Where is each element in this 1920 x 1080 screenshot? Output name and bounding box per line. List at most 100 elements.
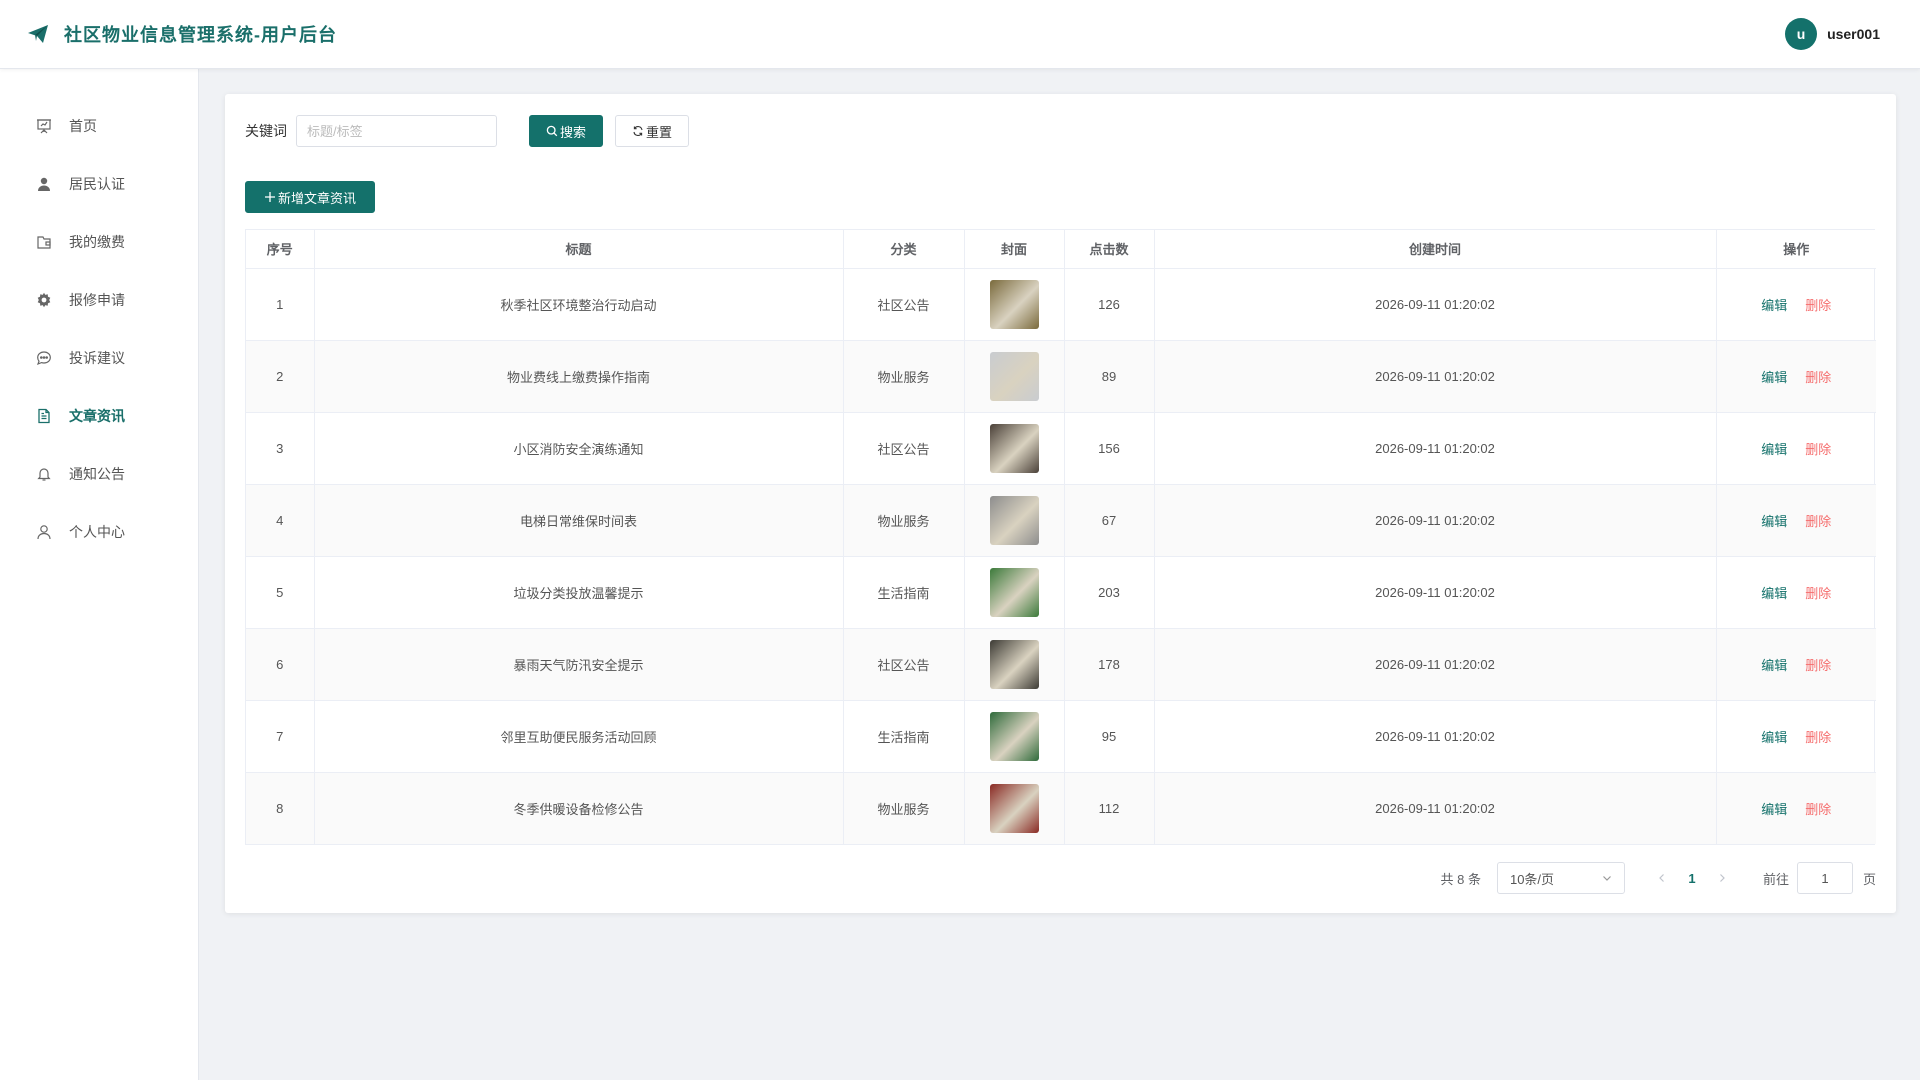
sidebar-item-articles[interactable]: 文章资讯 [0,387,198,445]
add-article-button[interactable]: 新增文章资讯 [245,181,375,213]
column-header-clicks: 点击数 [1064,230,1155,269]
column-header-title: 标题 [314,230,844,269]
cover-thumbnail[interactable] [989,711,1039,761]
avatar[interactable]: u [1785,18,1818,50]
content-card: 关键词 搜索 重置 新增文章资讯 [225,94,1896,913]
cell-clicks: 178 [1064,628,1155,701]
edit-button[interactable]: 编辑 [1761,802,1787,817]
cell-created: 2026-09-11 01:20:02 [1154,628,1717,701]
edit-button[interactable]: 编辑 [1761,658,1787,673]
sidebar-item-my-payment[interactable]: 我的缴费 [0,213,198,271]
cell-clicks: 203 [1064,556,1155,629]
delete-button[interactable]: 删除 [1805,442,1831,457]
search-bar: 关键词 搜索 重置 [245,115,689,147]
plus-icon [264,191,276,203]
sidebar-item-profile[interactable]: 个人中心 [0,503,198,561]
cell-actions: 编辑 删除 [1716,268,1876,341]
delete-button[interactable]: 删除 [1805,298,1831,313]
sidebar-item-notices[interactable]: 通知公告 [0,445,198,503]
cell-created: 2026-09-11 01:20:02 [1154,484,1717,557]
cover-thumbnail[interactable] [989,495,1039,545]
cell-category: 物业服务 [843,340,965,413]
keyword-input[interactable] [296,115,497,147]
cell-title: 邻里互助便民服务活动回顾 [314,700,844,773]
edit-button[interactable]: 编辑 [1761,514,1787,529]
cell-clicks: 95 [1064,700,1155,773]
column-header-actions: 操作 [1716,230,1876,269]
reset-button[interactable]: 重置 [615,115,689,147]
table-row: 5 垃圾分类投放温馨提示 生活指南 203 2026-09-11 01:20:02 编辑 删… [246,556,1876,629]
column-header-cover: 封面 [964,230,1065,269]
cover-thumbnail[interactable] [989,783,1039,833]
refresh-icon [632,125,644,137]
sidebar-item-label: 个人中心 [69,524,125,540]
goto-page-input[interactable] [1796,862,1853,894]
cell-title: 垃圾分类投放温馨提示 [314,556,844,629]
sidebar-item-complaints[interactable]: 投诉建议 [0,329,198,387]
user-outline-icon [35,523,53,541]
delete-button[interactable]: 删除 [1805,586,1831,601]
delete-button[interactable]: 删除 [1805,802,1831,817]
sidebar-item-repair-request[interactable]: 报修申请 [0,271,198,329]
table-row: 6 暴雨天气防汛安全提示 社区公告 178 2026-09-11 01:20:02 编辑 删… [246,628,1876,701]
table-header-row: 序号 标题 分类 封面 点击数 创建时间 操作 [246,230,1876,269]
search-button-label: 搜索 [559,124,586,140]
cell-actions: 编辑 删除 [1716,556,1876,629]
edit-button[interactable]: 编辑 [1761,298,1787,313]
cell-clicks: 126 [1064,268,1155,341]
cell-created: 2026-09-11 01:20:02 [1154,700,1717,773]
column-header-created: 创建时间 [1154,230,1717,269]
table-row: 7 邻里互助便民服务活动回顾 生活指南 95 2026-09-11 01:20:02 编辑… [246,700,1876,773]
column-header-category: 分类 [843,230,965,269]
edit-button[interactable]: 编辑 [1761,370,1787,385]
cover-thumbnail[interactable] [989,279,1039,329]
user-menu[interactable]: u user001 [1785,18,1880,50]
bell-icon [35,465,53,483]
page-size-select[interactable]: 10条/页 [1496,862,1625,894]
delete-button[interactable]: 删除 [1805,514,1831,529]
edit-button[interactable]: 编辑 [1761,586,1787,601]
cell-created: 2026-09-11 01:20:02 [1154,412,1717,485]
cell-cover [964,412,1065,485]
prev-page-button[interactable] [1651,873,1673,883]
cell-title: 小区消防安全演练通知 [314,412,844,485]
delete-button[interactable]: 删除 [1805,658,1831,673]
sidebar-item-label: 报修申请 [69,292,125,308]
chevron-down-icon [1602,871,1612,886]
cell-actions: 编辑 删除 [1716,484,1876,557]
cell-cover [964,772,1065,844]
sidebar: 首页 居民认证 我的缴费 报修申请 投诉建议 文章资讯 通知公告 个人中心 [0,69,199,1080]
cover-thumbnail[interactable] [989,567,1039,617]
cell-category: 物业服务 [843,484,965,557]
cell-clicks: 67 [1064,484,1155,557]
table-row: 8 冬季供暖设备检修公告 物业服务 112 2026-09-11 01:20:02 编辑 删… [246,772,1876,844]
page-number-current[interactable]: 1 [1677,871,1707,886]
cell-no: 2 [246,340,315,413]
sidebar-item-resident-auth[interactable]: 居民认证 [0,155,198,213]
page-size-value: 10条/页 [1509,871,1555,887]
table-row: 4 电梯日常维保时间表 物业服务 67 2026-09-11 01:20:02 编辑 删除 [246,484,1876,557]
table-row: 3 小区消防安全演练通知 社区公告 156 2026-09-11 01:20:02 编辑 删… [246,412,1876,485]
edit-button[interactable]: 编辑 [1761,730,1787,745]
cell-no: 7 [246,700,315,773]
search-button[interactable]: 搜索 [529,115,603,147]
add-article-label: 新增文章资讯 [277,190,356,206]
sidebar-item-home[interactable]: 首页 [0,97,198,155]
cover-thumbnail[interactable] [989,351,1039,401]
cell-category: 生活指南 [843,700,965,773]
edit-button[interactable]: 编辑 [1761,442,1787,457]
next-page-button[interactable] [1711,873,1733,883]
delete-button[interactable]: 删除 [1805,730,1831,745]
delete-button[interactable]: 删除 [1805,370,1831,385]
username[interactable]: user001 [1827,26,1880,42]
page-suffix: 页 [1862,871,1876,887]
chevron-right-icon [1720,874,1725,882]
cell-no: 8 [246,772,315,844]
chevron-left-icon [1659,874,1664,882]
cover-thumbnail[interactable] [989,639,1039,689]
cover-thumbnail[interactable] [989,423,1039,473]
cell-no: 1 [246,268,315,341]
presentation-board-icon [35,117,53,135]
total-count: 共 8 条 [1440,871,1481,887]
goto-label: 前往 [1762,871,1789,887]
